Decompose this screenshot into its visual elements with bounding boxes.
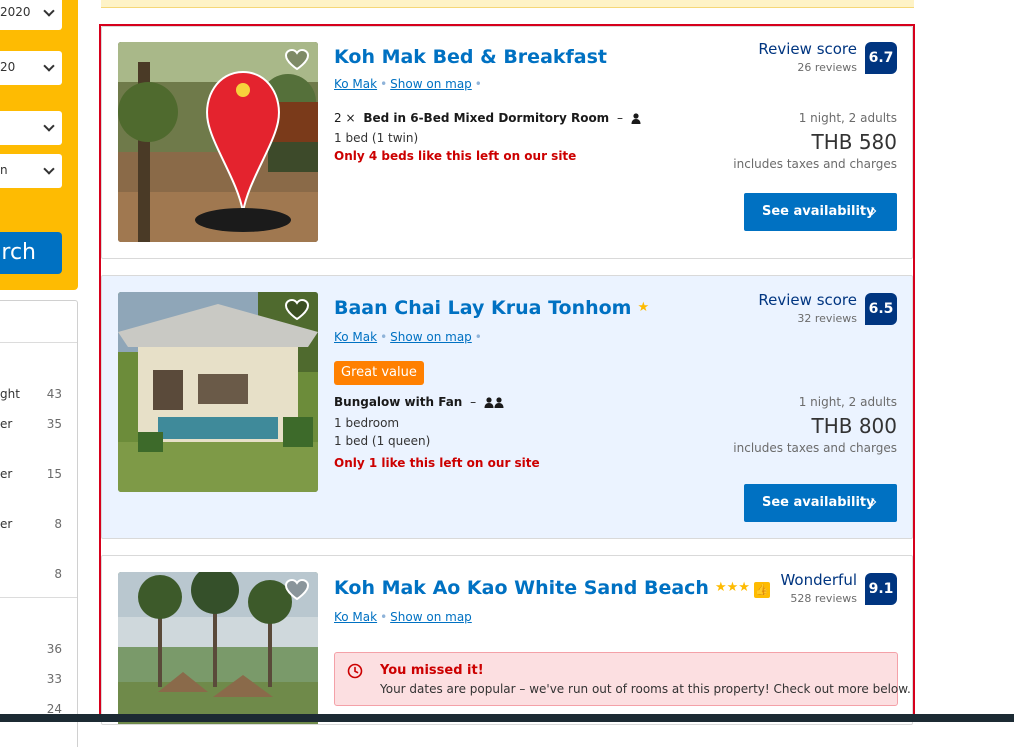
results-highlight-outline	[99, 24, 915, 721]
filter-count: 8	[54, 517, 62, 531]
checkout-date-select[interactable]: 20	[0, 51, 62, 85]
filter-count: 8	[54, 567, 62, 581]
filter-count: 15	[46, 467, 62, 481]
rooms-select[interactable]: n	[0, 154, 62, 188]
chevron-down-icon	[43, 163, 55, 175]
filter-count: 43	[46, 387, 62, 401]
filter-count: 36	[46, 642, 62, 656]
bottom-bar	[0, 714, 1014, 722]
chevron-down-icon	[43, 5, 55, 17]
search-panel: 2020 20 n Search	[0, 0, 78, 290]
page: 2020 20 n Search ght 43 er 35 er	[0, 0, 1014, 747]
filter-divider	[0, 597, 77, 598]
filter-label: er	[0, 467, 13, 481]
search-button-label: Search	[0, 240, 36, 265]
rooms-value: n	[0, 163, 8, 177]
filter-panel: ght 43 er 35 er 15 er 8 8 36 33 24	[0, 300, 78, 747]
chevron-down-icon	[43, 60, 55, 72]
filter-count: 33	[46, 672, 62, 686]
filter-label: er	[0, 517, 13, 531]
filter-label: er	[0, 417, 13, 431]
checkout-date-value: 20	[0, 60, 16, 74]
top-notice-strip	[101, 0, 914, 8]
filter-label: ght	[0, 387, 20, 401]
filter-divider	[0, 342, 77, 343]
search-button[interactable]: Search	[0, 232, 62, 274]
guests-select[interactable]	[0, 111, 62, 145]
checkin-date-value: 2020	[0, 5, 31, 19]
filter-count: 35	[46, 417, 62, 431]
checkin-date-select[interactable]: 2020	[0, 0, 62, 30]
chevron-down-icon	[43, 120, 55, 132]
